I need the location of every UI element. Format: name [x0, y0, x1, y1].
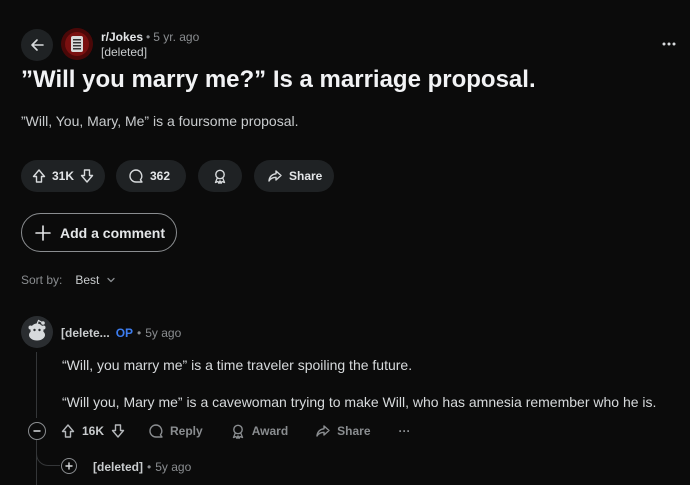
- reply-connector: [36, 450, 60, 466]
- award-icon: [212, 168, 228, 184]
- op-badge: OP: [115, 326, 134, 340]
- expand-plus-icon: [64, 461, 74, 471]
- post-time: 5 yr. ago: [153, 30, 200, 44]
- comment-paragraph: “Will, you marry me” is a time traveler …: [62, 357, 413, 373]
- comment-avatar[interactable]: [21, 316, 53, 348]
- comment-vote: 16K: [60, 423, 126, 439]
- separator-dot: •: [137, 326, 142, 340]
- sort-label: Sort by:: [21, 273, 63, 287]
- upvote-icon[interactable]: [31, 168, 47, 184]
- vote-pill: 31K: [21, 160, 105, 192]
- comment-actions: 16K Reply Award Share ···: [60, 422, 411, 440]
- subreddit-avatar[interactable]: [61, 28, 93, 60]
- subreddit-line: r/Jokes • 5 yr. ago: [101, 30, 199, 44]
- more-horizontal-icon: [662, 42, 676, 46]
- chevron-down-icon: [106, 275, 116, 285]
- subreddit-name[interactable]: r/Jokes: [101, 30, 143, 44]
- sort-value: Best: [75, 273, 100, 287]
- comment-author[interactable]: [delete...: [61, 326, 110, 340]
- thread-line[interactable]: [36, 352, 37, 418]
- sort-control[interactable]: Sort by: Best: [21, 273, 116, 287]
- separator-dot: •: [146, 30, 151, 44]
- more-horizontal-icon[interactable]: ···: [399, 424, 411, 438]
- reply-time: 5y ago: [155, 460, 192, 474]
- award-button[interactable]: Award: [230, 423, 288, 439]
- collapse-minus-icon: [32, 426, 42, 436]
- separator-dot: •: [147, 460, 152, 474]
- comment-score: 16K: [82, 424, 105, 438]
- upvote-icon[interactable]: [60, 423, 76, 439]
- reply-author[interactable]: [deleted]: [93, 460, 143, 474]
- add-comment-label: Add a comment: [60, 224, 166, 241]
- post-score: 31K: [51, 169, 74, 183]
- comment-bubble-icon: [128, 168, 144, 184]
- comment-bubble-icon: [148, 423, 164, 439]
- post-body: ”Will, You, Mary, Me” is a foursome prop…: [21, 113, 299, 129]
- share-button[interactable]: Share: [315, 423, 371, 439]
- share-button[interactable]: Share: [254, 160, 334, 192]
- add-comment-button[interactable]: Add a comment: [21, 213, 177, 252]
- share-label: Share: [337, 424, 371, 438]
- collapse-button[interactable]: [28, 422, 46, 440]
- post-title: ”Will you marry me?” Is a marriage propo…: [21, 66, 536, 93]
- award-label: Award: [251, 424, 289, 438]
- comment-time: 5y ago: [145, 326, 182, 340]
- comment-paragraph: “Will you, Mary me” is a cavewoman tryin…: [62, 394, 657, 410]
- reply-header: [deleted] • 5y ago: [93, 460, 191, 474]
- comment-header: [delete... OP • 5y ago: [61, 326, 181, 340]
- expand-button[interactable]: [61, 458, 77, 474]
- comments-button[interactable]: 362: [116, 160, 186, 192]
- award-icon: [230, 423, 246, 439]
- downvote-icon[interactable]: [79, 168, 95, 184]
- back-arrow-icon: [29, 37, 45, 53]
- reply-label: Reply: [170, 424, 203, 438]
- downvote-icon[interactable]: [110, 423, 126, 439]
- reply-button[interactable]: Reply: [148, 423, 203, 439]
- comments-count: 362: [150, 169, 171, 183]
- share-arrow-icon: [315, 423, 331, 439]
- share-label: Share: [289, 169, 323, 183]
- plus-icon: [34, 224, 52, 242]
- thread-line[interactable]: [36, 440, 37, 485]
- post-more-button[interactable]: [661, 36, 677, 52]
- back-button[interactable]: [21, 29, 53, 61]
- award-button[interactable]: [198, 160, 242, 192]
- post-author[interactable]: [deleted]: [101, 45, 147, 59]
- share-arrow-icon: [267, 168, 283, 184]
